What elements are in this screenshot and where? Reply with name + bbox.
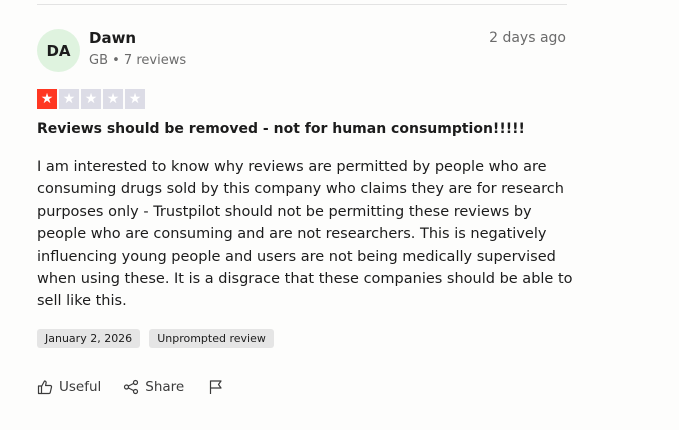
share-icon: [123, 379, 139, 395]
reviewer-name[interactable]: Dawn: [89, 29, 136, 47]
review-chips: January 2, 2026 Unprompted review: [37, 329, 274, 348]
star-icon: ★: [37, 89, 57, 109]
share-label: Share: [145, 379, 185, 395]
star-icon: ★: [59, 89, 79, 109]
review-body: I am interested to know why reviews are …: [37, 159, 573, 310]
experience-date-chip: January 2, 2026: [37, 329, 141, 348]
flag-icon: [208, 379, 224, 395]
review-title[interactable]: Reviews should be removed - not for huma…: [37, 121, 525, 137]
star-icon: ★: [81, 89, 101, 109]
share-button[interactable]: Share: [123, 379, 184, 395]
star-icon: ★: [125, 89, 145, 109]
review-type-chip[interactable]: Unprompted review: [149, 329, 274, 348]
useful-label: Useful: [59, 379, 102, 395]
review-actions: Useful Share: [37, 379, 224, 395]
thumbs-up-icon: [37, 379, 53, 395]
useful-button[interactable]: Useful: [37, 379, 101, 395]
reviewer-meta: GB • 7 reviews: [89, 53, 187, 68]
review-date-ago: 2 days ago: [489, 30, 566, 46]
flag-button[interactable]: [208, 379, 224, 395]
avatar[interactable]: DA: [37, 29, 80, 72]
star-icon: ★: [103, 89, 123, 109]
star-rating: ★ ★ ★ ★ ★: [37, 89, 145, 109]
top-divider: [37, 4, 567, 5]
